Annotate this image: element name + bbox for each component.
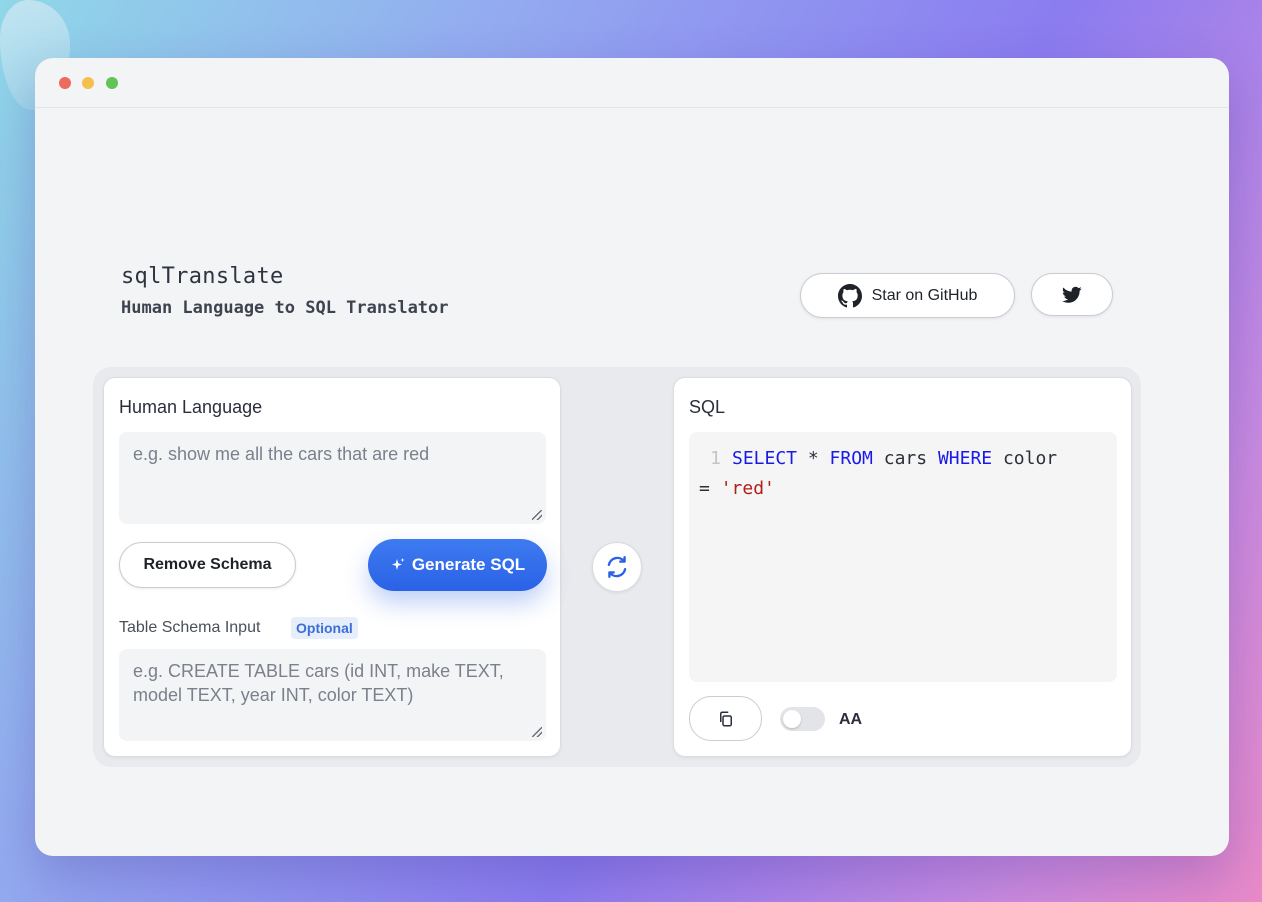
maximize-window-button[interactable] bbox=[106, 77, 118, 89]
schema-input-label: Table Schema Input bbox=[119, 619, 261, 636]
table-schema-input[interactable]: e.g. CREATE TABLE cars (id INT, make TEX… bbox=[119, 649, 546, 741]
sql-operator: = bbox=[699, 478, 721, 499]
close-window-button[interactable] bbox=[59, 77, 71, 89]
sql-keyword-from: FROM bbox=[829, 448, 873, 469]
swap-arrows-icon bbox=[607, 556, 627, 578]
copy-icon bbox=[719, 711, 732, 726]
window-titlebar bbox=[35, 58, 1229, 108]
copy-button[interactable] bbox=[689, 696, 762, 741]
generate-sql-label: Generate SQL bbox=[411, 555, 526, 574]
sql-keyword-select: SELECT bbox=[732, 448, 798, 469]
line-number: 1 bbox=[710, 448, 721, 469]
github-button-label: Star on GitHub bbox=[871, 286, 978, 304]
human-language-input[interactable]: e.g. show me all the cars that are red bbox=[119, 432, 546, 524]
resize-handle-icon[interactable] bbox=[532, 510, 542, 520]
twitter-icon bbox=[1062, 286, 1082, 303]
twitter-button[interactable] bbox=[1031, 273, 1113, 316]
sql-star: * bbox=[797, 448, 830, 469]
github-icon bbox=[837, 283, 862, 307]
sql-heading: SQL bbox=[689, 397, 726, 417]
app-title: sqlTranslate bbox=[121, 264, 284, 289]
human-language-heading: Human Language bbox=[119, 397, 263, 417]
human-language-placeholder: e.g. show me all the cars that are red bbox=[133, 444, 430, 464]
sql-output[interactable]: 1 SELECT * FROM cars WHERE color = 'red' bbox=[689, 432, 1117, 682]
optional-badge: Optional bbox=[291, 617, 358, 639]
human-language-card: Human Language e.g. show me all the cars… bbox=[103, 377, 561, 757]
sql-keyword-where: WHERE bbox=[937, 448, 993, 469]
app-window: sqlTranslate Human Language to SQL Trans… bbox=[35, 58, 1229, 856]
remove-schema-button[interactable]: Remove Schema bbox=[119, 542, 296, 588]
sql-column: color bbox=[992, 448, 1058, 469]
translator-panel: Human Language e.g. show me all the cars… bbox=[93, 367, 1141, 767]
toggle-knob bbox=[783, 710, 801, 728]
format-toggle[interactable] bbox=[780, 707, 825, 731]
sql-table: cars bbox=[872, 448, 938, 469]
sql-card: SQL 1 SELECT * FROM cars WHERE color = 're… bbox=[673, 377, 1132, 757]
app-subtitle: Human Language to SQL Translator bbox=[121, 298, 449, 318]
sparkle-icon bbox=[391, 558, 405, 570]
generate-sql-button[interactable]: Generate SQL bbox=[368, 539, 547, 591]
swap-button[interactable] bbox=[592, 542, 642, 592]
table-schema-placeholder: e.g. CREATE TABLE cars (id INT, make TEX… bbox=[133, 661, 504, 705]
sql-string-value: 'red' bbox=[720, 478, 775, 499]
star-on-github-button[interactable]: Star on GitHub bbox=[800, 273, 1015, 318]
minimize-window-button[interactable] bbox=[82, 77, 94, 89]
remove-schema-label: Remove Schema bbox=[143, 556, 272, 573]
resize-handle-icon[interactable] bbox=[532, 727, 542, 737]
toggle-label: AA bbox=[839, 711, 863, 728]
